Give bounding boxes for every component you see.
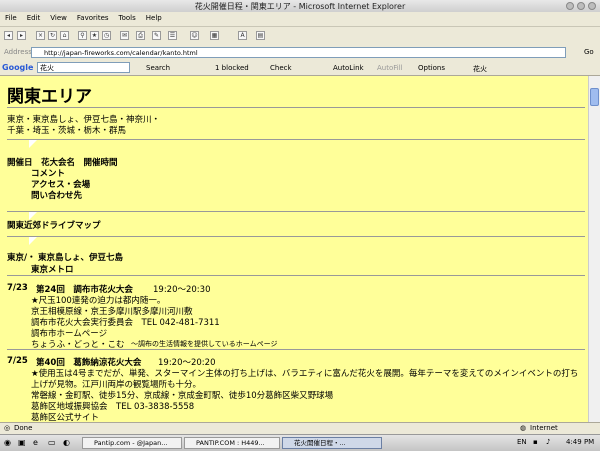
autofill-button[interactable]: AutoFill — [377, 64, 403, 72]
vertical-scrollbar[interactable] — [588, 76, 600, 422]
maximize-button[interactable] — [577, 2, 585, 10]
divider — [7, 236, 585, 237]
popup-blocked-count[interactable]: 1 blocked — [215, 64, 249, 72]
close-button[interactable] — [588, 2, 596, 10]
google-search-input[interactable]: 花火 — [37, 62, 130, 73]
options-button[interactable]: Options — [418, 64, 445, 72]
google-toolbar: Google 花火 Search 1 blocked Check AutoLin… — [0, 61, 600, 76]
spell-check-button[interactable]: Check — [270, 64, 292, 72]
event1-date: 7/23 — [7, 283, 28, 293]
address-label: Address — [4, 48, 32, 56]
back-icon[interactable]: ◂ — [4, 31, 13, 40]
google-search-button[interactable]: Search — [146, 64, 170, 72]
tokyo-metro-link[interactable]: 東京メトロ — [31, 263, 74, 275]
search-icon[interactable]: ⚲ — [78, 31, 87, 40]
quicklaunch-ie-icon[interactable]: e — [33, 438, 38, 447]
event1-subnote: ～調布の生活情報を提供しているホームページ — [131, 340, 278, 348]
menu-bar: File Edit View Favorites Tools Help — [0, 12, 600, 27]
minimize-button[interactable] — [566, 2, 574, 10]
forward-icon[interactable]: ▸ — [17, 31, 26, 40]
divider — [7, 349, 585, 350]
internet-zone-icon: ◍ — [520, 424, 527, 432]
taskbar-item-pantip-japan[interactable]: Pantip.com - @Japan... — [82, 437, 182, 449]
mail-icon[interactable]: ✉ — [120, 31, 129, 40]
google-logo[interactable]: Google — [2, 63, 33, 72]
menu-tools[interactable]: Tools — [114, 12, 141, 24]
decorative-notch — [29, 237, 37, 245]
quicklaunch-media-icon[interactable]: ◐ — [63, 438, 70, 447]
event2-date: 7/25 — [7, 356, 28, 366]
browser-content: 関東エリア 東京・東京島しょ、伊豆七島・神奈川・ 千葉・埼玉・茨城・栃木・群馬 … — [0, 76, 588, 422]
discuss-icon[interactable]: ☰ — [168, 31, 177, 40]
status-bar: ◎ Done ◍ Internet — [0, 422, 600, 434]
favorites-icon[interactable]: ★ — [90, 31, 99, 40]
research-icon[interactable]: ▦ — [210, 31, 219, 40]
language-indicator[interactable]: EN — [517, 438, 527, 446]
drive-map-link[interactable]: 関東近郊ドライブマップ — [7, 219, 101, 231]
window-title: 花火開催日程・関東エリア - Microsoft Internet Explor… — [194, 2, 406, 11]
toolbar: ◂ ▸ × ↻ ⌂ ⚲ ★ ◷ ✉ ⎙ ✎ ☰ ☺ ▦ A ▤ — [0, 27, 600, 45]
font-icon[interactable]: A — [238, 31, 247, 40]
legend-contact: 問い合わせ先 — [31, 191, 83, 201]
menu-file[interactable]: File — [0, 12, 22, 24]
tokyo-label: 東京/・ — [7, 253, 36, 263]
taskbar-item-hanabi[interactable]: 花火開催日程・... — [282, 437, 382, 449]
autolink-button[interactable]: AutoLink — [333, 64, 364, 72]
web-page: 関東エリア 東京・東京島しょ、伊豆七島・神奈川・ 千葉・埼玉・茨城・栃木・群馬 … — [0, 76, 588, 422]
divider — [7, 211, 585, 212]
home-icon[interactable]: ⌂ — [60, 31, 69, 40]
encoding-icon[interactable]: ▤ — [256, 31, 265, 40]
start-icon[interactable]: ◉ — [4, 438, 11, 447]
menu-view[interactable]: View — [45, 12, 72, 24]
messenger-icon[interactable]: ☺ — [190, 31, 199, 40]
edit-icon[interactable]: ✎ — [152, 31, 161, 40]
refresh-icon[interactable]: ↻ — [48, 31, 57, 40]
go-button[interactable]: Go — [584, 48, 594, 56]
divider — [7, 275, 585, 276]
region-links-line2[interactable]: 千葉・埼玉・茨城・栃木・群馬 — [7, 124, 126, 136]
volume-icon[interactable]: ♪ — [546, 438, 550, 446]
menu-favorites[interactable]: Favorites — [72, 12, 114, 24]
menu-help[interactable]: Help — [141, 12, 167, 24]
tokyo-islands-link[interactable]: 東京島しょ、伊豆七島 — [38, 251, 123, 263]
scrollbar-thumb[interactable] — [590, 88, 599, 106]
tray-icon[interactable]: ▪ — [533, 438, 538, 446]
event2-site-link[interactable]: 葛飾区公式サイト — [31, 411, 99, 422]
taskbar-item-pantip-h449[interactable]: PANTIP.COM : H449... — [184, 437, 280, 449]
menu-edit[interactable]: Edit — [22, 12, 46, 24]
divider — [7, 139, 585, 140]
stop-icon[interactable]: × — [36, 31, 45, 40]
quicklaunch-folder-icon[interactable]: ▭ — [48, 438, 56, 447]
taskbar: ◉ ▣ e ▭ ◐ Pantip.com - @Japan... PANTIP.… — [0, 434, 600, 451]
show-desktop-icon[interactable]: ▣ — [18, 438, 26, 447]
address-input[interactable]: http://japan-fireworks.com/calendar/kant… — [31, 47, 566, 58]
history-icon[interactable]: ◷ — [102, 31, 111, 40]
print-icon[interactable]: ⎙ — [136, 31, 145, 40]
page-ie-icon: ◎ — [4, 424, 11, 432]
page-title: 関東エリア — [7, 87, 92, 107]
address-bar: Address http://japan-fireworks.com/calen… — [0, 44, 600, 62]
highlight-term-button[interactable]: 花火 — [473, 64, 487, 74]
status-text: Done — [14, 424, 33, 432]
divider — [7, 107, 585, 108]
clock: 4:49 PM — [566, 438, 595, 446]
decorative-notch — [29, 140, 37, 148]
security-zone: Internet — [530, 424, 558, 432]
